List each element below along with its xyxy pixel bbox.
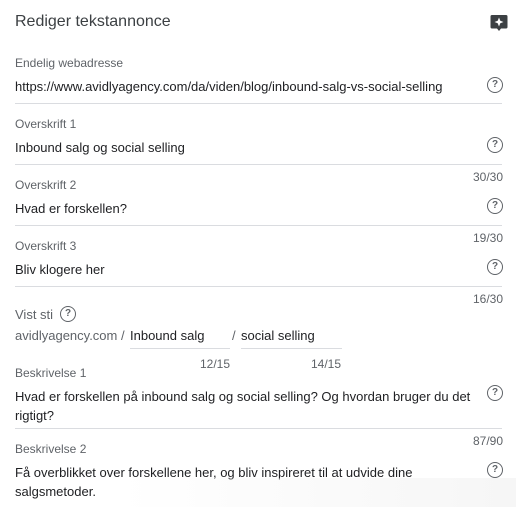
- description1-char-counter: 87/90: [472, 434, 503, 448]
- path1-underline: [130, 348, 230, 349]
- headline2-input[interactable]: Hvad er forskellen?: [15, 199, 465, 218]
- final-url-input[interactable]: https://www.avidlyagency.com/da/viden/bl…: [15, 77, 465, 96]
- description1-help-icon[interactable]: ?: [487, 385, 503, 401]
- description1-label: Beskrivelse 1: [15, 366, 87, 380]
- path1-input[interactable]: Inbound salg: [130, 326, 204, 345]
- description1-input[interactable]: Hvad er forskellen på inbound salg og so…: [15, 387, 485, 425]
- headline1-label: Overskrift 1: [15, 117, 77, 131]
- display-path-help-icon[interactable]: ?: [60, 306, 76, 322]
- headline1-underline: [15, 164, 502, 165]
- display-path-label: Vist sti: [15, 307, 54, 322]
- description1-line2: rigtigt?: [15, 408, 55, 423]
- headline1-help-icon[interactable]: ?: [487, 137, 503, 153]
- path2-underline: [241, 348, 342, 349]
- headline3-label: Overskrift 3: [15, 239, 77, 253]
- final-url-label: Endelig webadresse: [15, 56, 124, 70]
- panel-title: Rediger tekstannonce: [15, 13, 171, 30]
- sparkle-chat-icon[interactable]: [489, 13, 509, 33]
- final-url-help-icon[interactable]: ?: [487, 77, 503, 93]
- description2-help-icon[interactable]: ?: [487, 462, 503, 478]
- headline3-underline: [15, 286, 502, 287]
- description1-line1: Hvad er forskellen på inbound salg og so…: [15, 389, 471, 404]
- path1-char-counter: 12/15: [199, 357, 230, 371]
- headline2-help-icon[interactable]: ?: [487, 198, 503, 214]
- headline3-char-counter: 16/30: [472, 292, 503, 306]
- bottom-fade-overlay: [120, 478, 516, 507]
- description2-label: Beskrivelse 2: [15, 442, 87, 456]
- headline2-label: Overskrift 2: [15, 178, 77, 192]
- headline2-underline: [15, 225, 502, 226]
- headline1-input[interactable]: Inbound salg og social selling: [15, 138, 465, 157]
- headline3-help-icon[interactable]: ?: [487, 259, 503, 275]
- headline3-input[interactable]: Bliv klogere her: [15, 260, 465, 279]
- headline2-char-counter: 19/30: [472, 231, 503, 245]
- path2-char-counter: 14/15: [310, 357, 341, 371]
- final-url-underline: [15, 103, 502, 104]
- display-path-domain: avidlyagency.com /: [15, 328, 125, 343]
- headline1-char-counter: 30/30: [472, 170, 503, 184]
- description1-underline: [15, 428, 502, 429]
- path2-input[interactable]: social selling: [241, 326, 315, 345]
- display-path-separator: /: [232, 328, 236, 343]
